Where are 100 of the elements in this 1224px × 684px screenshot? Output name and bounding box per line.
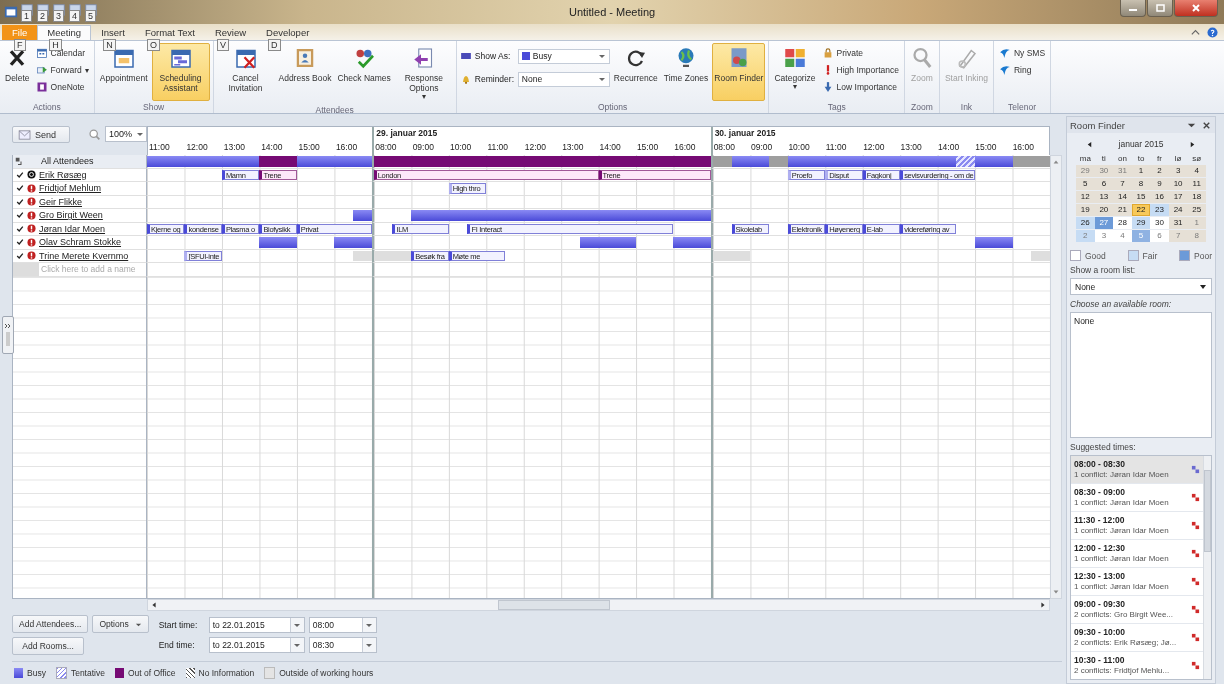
date-heading: 30. januar 2015	[714, 128, 776, 138]
weekday-label: ma	[1078, 153, 1092, 164]
hour-label: 14:00	[936, 141, 961, 154]
room-item[interactable]: None	[1074, 316, 1095, 326]
calendar-day[interactable]: 30	[1150, 217, 1169, 229]
add-rooms-button[interactable]: Add Rooms...	[12, 637, 84, 655]
maximize-button[interactable]	[1147, 0, 1173, 17]
calendar-day[interactable]: 2	[1150, 165, 1169, 177]
calendar-day[interactable]: 6	[1150, 230, 1169, 242]
checkbox[interactable]	[15, 170, 24, 180]
send-button[interactable]: Send	[12, 126, 70, 143]
ribbon-button[interactable]: Categorize ▾	[772, 43, 818, 101]
caret-icon	[365, 621, 374, 629]
conflict-text: 2 conflicts: Fridtjof Mehlu...	[1074, 666, 1171, 676]
checkbox[interactable]	[15, 251, 24, 261]
conflict-text: 2 conflicts: Erik Røsæg; Jø...	[1074, 638, 1178, 648]
group-label: Attendees	[314, 104, 355, 116]
help-icon[interactable]	[1207, 26, 1218, 38]
close-button[interactable]	[1174, 0, 1218, 17]
dropdown-field[interactable]: Busy	[517, 48, 610, 64]
options-button[interactable]: Options	[92, 615, 149, 633]
checkbox[interactable]	[15, 197, 24, 207]
checkbox[interactable]	[15, 224, 24, 234]
keytip: N	[103, 39, 116, 51]
category-squares-icon	[783, 46, 807, 70]
time-range: 11:30 - 12:00	[1074, 515, 1126, 526]
conflict-text: 1 conflict: Jøran Idar Moen	[1074, 498, 1170, 508]
time-field[interactable]: 08:00	[308, 617, 377, 633]
calendar-day[interactable]: 11	[1187, 178, 1206, 190]
ribbon-tab[interactable]: Meeting	[37, 24, 92, 40]
ribbon-button[interactable]: High Importance	[819, 62, 901, 78]
ribbon-button[interactable]: Forward ▾	[33, 62, 91, 78]
hour-label: 13:00	[222, 141, 247, 154]
calendar-day[interactable]: 18	[1187, 191, 1206, 203]
calendar-day[interactable]: 25	[1187, 204, 1206, 216]
conflict-text: 1 conflict: Jøran Idar Moen	[1074, 582, 1170, 592]
date-field[interactable]: to 22.01.2015	[208, 637, 305, 653]
ribbon-button[interactable]: Private	[819, 45, 901, 61]
maximize-icon	[1155, 3, 1165, 13]
dropdown-field[interactable]: None	[517, 71, 610, 87]
room-list-dropdown[interactable]: None	[1070, 278, 1212, 295]
expand-handle[interactable]	[2, 316, 14, 354]
attendee-name[interactable]: Geir Flikke	[39, 196, 82, 207]
zoom-icon[interactable]	[88, 128, 101, 141]
weekday-label: lø	[1173, 153, 1183, 164]
horizontal-scrollbar[interactable]	[147, 599, 1050, 611]
ribbon-button[interactable]: Ring	[996, 62, 1048, 78]
calendar-day[interactable]: 8	[1187, 230, 1206, 242]
zoom-dropdown[interactable]: 100%	[105, 126, 147, 142]
keytip: 5	[85, 10, 96, 22]
vertical-scrollbar[interactable]	[1203, 456, 1211, 679]
calendar-day[interactable]: 29	[1076, 165, 1095, 177]
calendar-day[interactable]: 1	[1187, 217, 1206, 229]
next-month-icon[interactable]	[1189, 140, 1196, 148]
ribbon-button[interactable]: Check Names	[335, 43, 393, 104]
vertical-scrollbar[interactable]	[1050, 155, 1062, 599]
ribbon-tab[interactable]: Review	[204, 24, 257, 40]
hour-label: 08:00	[712, 141, 736, 154]
calendar-day[interactable]: 16	[1150, 191, 1169, 203]
calendar-day[interactable]: 14	[1113, 191, 1132, 203]
scroll-down-icon	[1052, 588, 1060, 596]
ribbon-button[interactable]: Ny SMS	[996, 45, 1048, 61]
attendee-name[interactable]: Fridtjof Mehlum	[39, 183, 101, 194]
scroll-left-icon	[150, 601, 158, 609]
ribbon-button[interactable]: Time Zones	[661, 43, 711, 101]
minimize-button[interactable]	[1120, 0, 1146, 17]
checkbox[interactable]	[15, 237, 24, 247]
calendar-day[interactable]: 26	[1076, 217, 1095, 229]
calendar-day[interactable]: 4	[1187, 165, 1206, 177]
group-label: Options	[597, 101, 629, 113]
calendar-day[interactable]: 4	[1113, 230, 1132, 242]
ribbon-tab[interactable]: Format Text	[134, 24, 205, 40]
date-field[interactable]: to 22.01.2015	[208, 617, 305, 633]
ribbon-button[interactable]: OneNote	[33, 79, 91, 95]
ribbon-button[interactable]: Low Importance	[819, 79, 901, 95]
time-range: 12:30 - 13:00	[1074, 571, 1127, 582]
ribbon-button[interactable]: Recurrence	[611, 43, 660, 101]
checkbox[interactable]	[15, 183, 24, 193]
add-attendees-button[interactable]: Add Attendees...	[12, 615, 89, 633]
calendar-day[interactable]: 28	[1113, 217, 1132, 229]
calendar-day[interactable]: 7	[1113, 178, 1132, 190]
time-field[interactable]: 08:30	[308, 637, 377, 653]
legend-label: Out of Office	[127, 668, 176, 678]
checkbox[interactable]	[15, 210, 24, 220]
ribbon-tab[interactable]: Developer	[256, 24, 320, 40]
ribbon-button[interactable]: Response Options ▾	[394, 43, 453, 104]
ribbon-button[interactable]: Room Finder	[712, 43, 766, 101]
scroll-up-icon	[1052, 158, 1060, 166]
suggested-time-item[interactable]: 08:00 - 08:30 1 conflict: Jøran Idar Moen	[1071, 456, 1203, 484]
calendar-day[interactable]: 12	[1076, 191, 1095, 203]
calendar-day[interactable]: 21	[1113, 204, 1132, 216]
calendar-day[interactable]: 9	[1150, 178, 1169, 190]
attendee-name[interactable]: Erik Røsæg	[39, 169, 87, 180]
calendar-day[interactable]: 31	[1113, 165, 1132, 177]
calendar-day[interactable]: 19	[1076, 204, 1095, 216]
attendee-name[interactable]: Gro Birgit Ween	[39, 210, 103, 221]
calendar-day[interactable]: 5	[1076, 178, 1095, 190]
calendar-day[interactable]: 23	[1150, 204, 1169, 216]
ribbon-tab[interactable]: Insert	[91, 24, 135, 40]
previous-month-icon[interactable]	[1086, 140, 1093, 148]
